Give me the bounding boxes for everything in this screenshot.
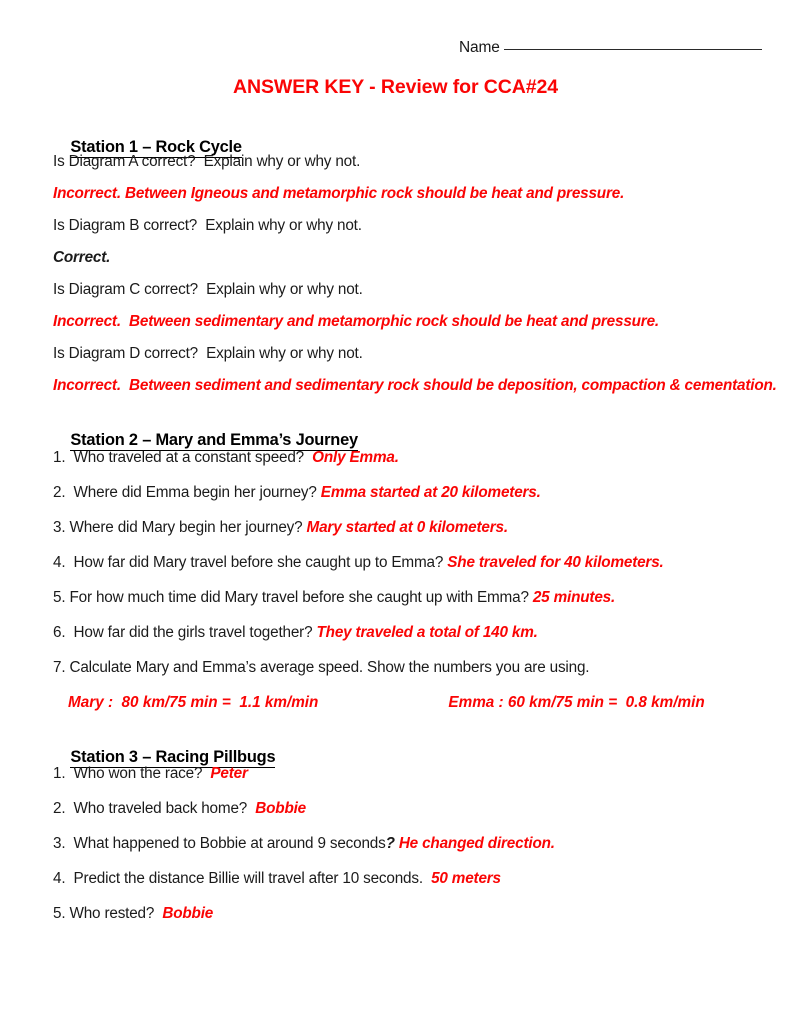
question-s2-5: 5. For how much time did Mary travel bef… [53,589,533,606]
answer-s1-b-text: Correct. [53,249,111,266]
question-s1-a: Is Diagram A correct? Explain why or why… [53,153,361,170]
question-s3-2: 2. Who traveled back home? [53,800,252,817]
question-s3-3-mark: ? [385,835,395,852]
answer-s1-c: Incorrect. Between sedimentary and metam… [53,313,659,330]
question-s2-4: 4. How far did Mary travel before she ca… [53,554,448,571]
name-field-line: Name [459,39,762,57]
section-heading-station-2-text: Station 2 – Mary and Emma’s Journey [70,431,358,451]
answer-s3-2: Bobbie [251,800,307,817]
item-s3-3: 3. What happened to Bobbie at around 9 s… [53,835,555,853]
item-s2-2: 2. Where did Emma begin her journey? Emm… [53,484,541,502]
page-title: ANSWER KEY - Review for CCA#24 [233,76,558,98]
question-s2-3: 3. Where did Mary begin her journey? [53,519,307,536]
calc-emma: Emma : 60 km/75 min = 0.8 km/min [448,694,705,711]
question-s1-c: Is Diagram C correct? Explain why or why… [53,281,363,298]
item-s2-5: 5. For how much time did Mary travel bef… [53,589,616,607]
item-s2-4: 4. How far did Mary travel before she ca… [53,554,664,572]
item-s2-1: 1. Who traveled at a constant speed? Onl… [53,449,399,467]
item-s3-2: 2. Who traveled back home? Bobbie [53,800,307,818]
answer-s2-6: They traveled a total of 140 km. [316,624,538,641]
name-blank-rule [503,49,762,50]
answer-s2-3: Mary started at 0 kilometers. [306,519,509,536]
question-s1-d: Is Diagram D correct? Explain why or why… [53,345,363,362]
answer-s3-4: 50 meters [427,870,501,887]
question-s2-1: 1. Who traveled at a constant speed? [53,449,309,466]
answer-s2-2: Emma started at 20 kilometers. [320,484,541,501]
question-s2-7: 7. Calculate Mary and Emma’s average spe… [53,659,590,676]
speed-calculation-row: Mary : 80 km/75 min = 1.1 km/min Emma : 6… [68,694,705,712]
answer-s3-3: He changed direction. [394,835,555,852]
item-s2-6: 6. How far did the girls travel together… [53,624,538,642]
document-page: Name ANSWER KEY - Review for CCA#24 Stat… [0,0,791,1024]
calc-mary: Mary : 80 km/75 min = 1.1 km/min [68,694,319,711]
item-s2-3: 3. Where did Mary begin her journey? Mar… [53,519,509,537]
answer-s2-1: Only Emma. [308,449,399,466]
question-s2-6: 6. How far did the girls travel together… [53,624,317,641]
question-s2-2: 2. Where did Emma begin her journey? [53,484,321,501]
question-s3-4: 4. Predict the distance Billie will trav… [53,870,427,887]
item-s3-1: 1. Who won the race? Peter [53,765,248,783]
question-s3-5: 5. Who rested? [53,905,159,922]
answer-s1-b: Correct. [53,249,111,267]
item-s3-5: 5. Who rested? Bobbie [53,905,214,923]
answer-s3-5: Bobbie [158,905,214,922]
answer-s1-d: Incorrect. Between sediment and sediment… [53,377,777,394]
item-s3-4: 4. Predict the distance Billie will trav… [53,870,501,888]
question-s3-1: 1. Who won the race? [53,765,207,782]
question-s3-3: 3. What happened to Bobbie at around 9 s… [53,835,386,852]
item-s2-7: 7. Calculate Mary and Emma’s average spe… [53,659,590,677]
answer-s2-5: 25 minutes. [532,589,616,606]
name-label: Name [459,39,500,56]
question-s1-b: Is Diagram B correct? Explain why or why… [53,217,362,234]
answer-s1-a: Incorrect. Between Igneous and metamorph… [53,185,625,202]
answer-s2-4: She traveled for 40 kilometers. [447,554,664,571]
answer-s3-1: Peter [206,765,248,782]
